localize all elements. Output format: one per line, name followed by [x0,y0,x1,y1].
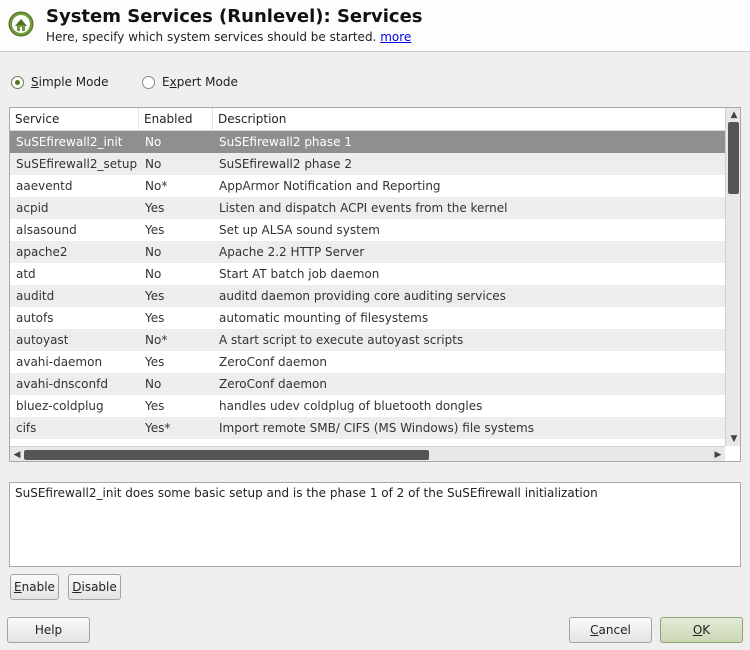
table-cell-enabled: No* [145,179,168,193]
radio-checked-icon [11,75,24,89]
table-cell-service: bluez-coldplug [16,399,104,413]
table-body: SuSEfirewall2_init No SuSEfirewall2 phase … [10,131,725,439]
table-cell-service: avahi-dnsconfd [16,377,108,391]
subtitle-text: Here, specify which system services shou… [46,30,377,44]
table-cell-service: alsasound [16,223,77,237]
table-cell-enabled: Yes [145,311,165,325]
simple-mode-label: Simple Mode [31,75,109,89]
table-row[interactable]: atd No Start AT batch job daemon [10,263,725,285]
scroll-down-icon[interactable]: ▼ [726,432,740,446]
vertical-scrollbar[interactable]: ▲ ▼ [725,108,740,446]
table-row[interactable]: alsasound Yes Set up ALSA sound system [10,219,725,241]
expert-mode-label: Expert Mode [162,75,238,89]
table-row[interactable]: cifs Yes* Import remote SMB/ CIFS (MS Wind… [10,417,725,439]
table-cell-enabled: No [145,157,162,171]
vertical-scroll-thumb[interactable] [728,122,739,194]
table-row[interactable]: avahi-daemon Yes ZeroConf daemon [10,351,725,373]
table-cell-description: handles udev coldplug of bluetooth dongl… [219,399,483,413]
table-cell-description: ZeroConf daemon [219,377,327,391]
table-cell-service: apache2 [16,245,68,259]
radio-unchecked-icon [142,75,155,89]
column-header-service[interactable]: Service [10,108,138,131]
table-cell-description: ZeroConf daemon [219,355,327,369]
table-cell-enabled: No [145,377,162,391]
table-cell-description: Listen and dispatch ACPI events from the… [219,201,508,215]
horizontal-scrollbar[interactable]: ◀ ▶ [10,446,725,461]
table-row[interactable]: aaeventd No* AppArmor Notification and Rep… [10,175,725,197]
table-cell-enabled: No [145,245,162,259]
yast-services-icon [8,11,34,37]
table-cell-enabled: No [145,135,162,149]
table-cell-description: SuSEfirewall2 phase 1 [219,135,352,149]
dialog-header: System Services (Runlevel): Services Her… [0,0,750,52]
column-header-enabled[interactable]: Enabled [138,108,212,131]
page-subtitle: Here, specify which system services shou… [46,30,411,44]
simple-mode-radio[interactable]: Simple Mode [11,74,109,90]
table-cell-description: AppArmor Notification and Reporting [219,179,441,193]
table-cell-enabled: Yes [145,223,165,237]
page-title: System Services (Runlevel): Services [46,6,423,27]
table-cell-enabled: Yes [145,355,165,369]
enable-button[interactable]: Enable [10,574,59,600]
table-cell-enabled: Yes [145,399,165,413]
table-cell-service: aaeventd [16,179,73,193]
table-row[interactable]: auditd Yes auditd daemon providing core au… [10,285,725,307]
table-cell-enabled: Yes* [145,421,171,435]
more-link[interactable]: more [380,30,411,44]
table-cell-description: Apache 2.2 HTTP Server [219,245,365,259]
disable-button[interactable]: Disable [68,574,121,600]
table-cell-description: Set up ALSA sound system [219,223,380,237]
table-row[interactable]: apache2 No Apache 2.2 HTTP Server [10,241,725,263]
table-header: Service Enabled Description [10,108,725,131]
table-row[interactable]: acpid Yes Listen and dispatch ACPI events … [10,197,725,219]
table-cell-service: cifs [16,421,37,435]
table-cell-service: auditd [16,289,55,303]
service-description-box: SuSEfirewall2_init does some basic setup… [9,482,741,567]
table-cell-enabled: No [145,267,162,281]
scroll-right-icon[interactable]: ▶ [711,447,725,461]
table-row[interactable]: avahi-dnsconfd No ZeroConf daemon [10,373,725,395]
help-button[interactable]: Help [7,617,90,643]
table-cell-service: avahi-daemon [16,355,103,369]
table-cell-service: SuSEfirewall2_setup [16,157,138,171]
table-row[interactable]: SuSEfirewall2_setup No SuSEfirewall2 phase… [10,153,725,175]
table-cell-enabled: Yes [145,289,165,303]
table-cell-service: SuSEfirewall2_init [16,135,123,149]
table-cell-enabled: No* [145,333,168,347]
table-row[interactable]: autofs Yes automatic mounting of filesyste… [10,307,725,329]
table-cell-description: Start AT batch job daemon [219,267,380,281]
scroll-up-icon[interactable]: ▲ [726,108,740,122]
ok-button[interactable]: OK [660,617,743,643]
table-cell-description: Import remote SMB/ CIFS (MS Windows) fil… [219,421,534,435]
service-description-text: SuSEfirewall2_init does some basic setup… [15,486,598,500]
table-cell-description: automatic mounting of filesystems [219,311,429,325]
expert-mode-radio[interactable]: Expert Mode [142,74,238,90]
table-cell-service: acpid [16,201,49,215]
scroll-left-icon[interactable]: ◀ [10,447,24,461]
table-cell-description: SuSEfirewall2 phase 2 [219,157,352,171]
cancel-button[interactable]: Cancel [569,617,652,643]
table-row-selected[interactable]: SuSEfirewall2_init No SuSEfirewall2 phase … [10,131,725,153]
table-cell-service: autoyast [16,333,69,347]
horizontal-scroll-thumb[interactable] [24,450,429,460]
table-row[interactable]: bluez-coldplug Yes handles udev coldplug o… [10,395,725,417]
column-header-description[interactable]: Description [212,108,725,131]
table-cell-description: auditd daemon providing core auditing se… [219,289,506,303]
services-table[interactable]: Service Enabled Description SuSEfirewall… [9,107,741,462]
table-cell-description: A start script to execute autoyast scrip… [219,333,464,347]
table-cell-service: atd [16,267,36,281]
table-cell-service: autofs [16,311,54,325]
table-row[interactable]: autoyast No* A start script to execute aut… [10,329,725,351]
table-cell-enabled: Yes [145,201,165,215]
